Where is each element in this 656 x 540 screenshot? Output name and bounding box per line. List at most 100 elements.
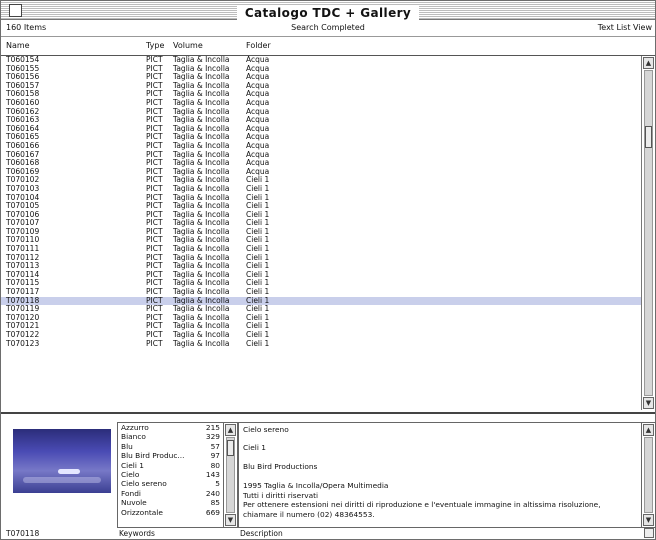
scroll-thumb[interactable]	[227, 440, 234, 456]
keyword-item[interactable]: Bianco 329	[118, 432, 223, 441]
keyword-count: 57	[210, 441, 220, 451]
airplane-shape	[58, 469, 80, 474]
list-row[interactable]: T060160 PICT Taglia & Incolla Acqua	[1, 98, 641, 108]
keyword-name: Orizzontale	[121, 507, 163, 517]
results-list[interactable]: T060154 PICT Taglia & Incolla Acqua T060155 P…	[1, 56, 641, 410]
list-row[interactable]: T070121 PICT Taglia & Incolla Cieli 1	[1, 322, 641, 331]
list-row[interactable]: T070103 PICT Taglia & Incolla Cieli 1	[1, 184, 641, 194]
grow-box-icon[interactable]	[644, 528, 654, 538]
scroll-down-arrow-icon[interactable]: ▼	[643, 514, 654, 526]
list-row[interactable]: T060167 PICT Taglia & Incolla Acqua	[1, 150, 641, 160]
keyword-name: Bianco	[121, 432, 146, 442]
catalog-window: Catalogo TDC + Gallery 160 Items Search …	[0, 0, 656, 540]
list-row[interactable]: T060166 PICT Taglia & Incolla Acqua	[1, 141, 641, 151]
list-row[interactable]: T070102 PICT Taglia & Incolla Cieli 1	[1, 176, 641, 185]
list-row[interactable]: T060156 PICT Taglia & Incolla Acqua	[1, 73, 641, 82]
list-row[interactable]: T060157 PICT Taglia & Incolla Acqua	[1, 81, 641, 91]
cell-folder: Cieli 1	[246, 338, 270, 348]
keyword-count: 215	[205, 423, 220, 432]
list-row[interactable]: T070110 PICT Taglia & Incolla Cieli 1	[1, 236, 641, 245]
view-mode-label[interactable]: Text List View	[598, 20, 652, 36]
column-header-folder[interactable]: Folder	[246, 37, 271, 55]
description-line: chiamare il numero (02) 48364553.	[243, 510, 375, 519]
keyword-list[interactable]: Azzurro 215 Bianco 329 Blu 57 Blu Bird Produc.…	[117, 422, 224, 528]
keyword-count: 669	[205, 507, 220, 517]
window-title: Catalogo TDC + Gallery	[236, 5, 420, 21]
column-header-volume[interactable]: Volume	[173, 37, 203, 55]
list-row[interactable]: T070114 PICT Taglia & Incolla Cieli 1	[1, 270, 641, 280]
list-row[interactable]: T060164 PICT Taglia & Incolla Acqua	[1, 124, 641, 134]
keyword-name: Cieli 1	[121, 460, 144, 470]
description-line: Cieli 1	[243, 443, 266, 452]
list-row[interactable]: T060162 PICT Taglia & Incolla Acqua	[1, 107, 641, 117]
column-header-name[interactable]: Name	[6, 37, 30, 55]
scroll-track[interactable]	[644, 70, 653, 396]
list-row[interactable]: T060163 PICT Taglia & Incolla Acqua	[1, 116, 641, 125]
keyword-name: Cielo	[121, 469, 140, 479]
keyword-count: 240	[205, 488, 220, 498]
scroll-down-arrow-icon[interactable]: ▼	[225, 514, 236, 526]
list-row[interactable]: T070122 PICT Taglia & Incolla Cieli 1	[1, 330, 641, 340]
list-row[interactable]: T070117 PICT Taglia & Incolla Cieli 1	[1, 287, 641, 297]
cloud-shape	[23, 477, 101, 483]
list-row[interactable]: T070120 PICT Taglia & Incolla Cieli 1	[1, 313, 641, 323]
list-row[interactable]: T060168 PICT Taglia & Incolla Acqua	[1, 159, 641, 168]
list-row[interactable]: T070118 PICT Taglia & Incolla Cieli 1	[1, 296, 641, 306]
keyword-name: Azzurro	[121, 423, 149, 432]
cell-name: T070123	[6, 338, 40, 348]
description-box[interactable]: Cielo sereno Cieli 1 Blu Bird Production…	[238, 422, 642, 528]
keyword-item[interactable]: Orizzontale 669	[118, 508, 223, 517]
scroll-up-arrow-icon[interactable]: ▲	[643, 57, 654, 69]
scroll-up-arrow-icon[interactable]: ▲	[225, 424, 236, 436]
list-row[interactable]: T070111 PICT Taglia & Incolla Cieli 1	[1, 244, 641, 254]
list-row[interactable]: T070115 PICT Taglia & Incolla Cieli 1	[1, 279, 641, 288]
description-label: Description	[240, 529, 283, 538]
column-header-type[interactable]: Type	[146, 37, 164, 55]
keyword-item[interactable]: Cieli 1 80	[118, 461, 223, 470]
list-row[interactable]: T070119 PICT Taglia & Incolla Cieli 1	[1, 305, 641, 314]
keyword-count: 329	[205, 432, 220, 442]
list-row[interactable]: T070104 PICT Taglia & Incolla Cieli 1	[1, 193, 641, 203]
scroll-up-arrow-icon[interactable]: ▲	[643, 424, 654, 436]
list-row[interactable]: T070106 PICT Taglia & Incolla Cieli 1	[1, 210, 641, 220]
keyword-item[interactable]: Fondi 240	[118, 489, 223, 498]
keyword-item[interactable]: Cielo sereno 5	[118, 479, 223, 488]
scroll-thumb[interactable]	[645, 126, 652, 148]
list-row[interactable]: T060165 PICT Taglia & Incolla Acqua	[1, 133, 641, 142]
keyword-count: 143	[205, 469, 220, 479]
title-bar[interactable]: Catalogo TDC + Gallery	[1, 1, 655, 21]
list-row[interactable]: T060155 PICT Taglia & Incolla Acqua	[1, 64, 641, 74]
list-row[interactable]: T070107 PICT Taglia & Incolla Cieli 1	[1, 219, 641, 228]
list-row[interactable]: T060169 PICT Taglia & Incolla Acqua	[1, 167, 641, 177]
keyword-item[interactable]: Blu Bird Produc... 97	[118, 451, 223, 460]
description-line: Blu Bird Productions	[243, 462, 318, 471]
list-row[interactable]: T070123 PICT Taglia & Incolla Cieli 1	[1, 338, 641, 349]
scroll-down-arrow-icon[interactable]: ▼	[643, 397, 654, 409]
column-header: Name Type Volume Folder	[1, 37, 655, 56]
title-container: Catalogo TDC + Gallery	[1, 2, 655, 21]
list-scrollbar[interactable]: ▲ ▼	[641, 56, 655, 410]
keyword-name: Blu	[121, 441, 133, 451]
list-row[interactable]: T070112 PICT Taglia & Incolla Cieli 1	[1, 253, 641, 263]
cell-volume: Taglia & Incolla	[173, 338, 230, 348]
keyword-item[interactable]: Nuvole 85	[118, 498, 223, 507]
list-row[interactable]: T060154 PICT Taglia & Incolla Acqua	[1, 56, 641, 65]
keyword-scrollbar[interactable]: ▲ ▼	[223, 422, 238, 528]
keyword-item[interactable]: Azzurro 215	[118, 423, 223, 432]
keyword-count: 5	[215, 479, 220, 489]
scroll-track[interactable]	[644, 437, 653, 513]
description-scrollbar[interactable]: ▲ ▼	[641, 422, 656, 528]
keyword-name: Blu Bird Produc...	[121, 451, 185, 461]
list-row[interactable]: T070105 PICT Taglia & Incolla Cieli 1	[1, 201, 641, 211]
list-row[interactable]: T070113 PICT Taglia & Incolla Cieli 1	[1, 262, 641, 271]
keyword-count: 85	[210, 498, 220, 508]
keyword-item[interactable]: Blu 57	[118, 442, 223, 451]
description-line: Tutti i diritti riservati	[243, 491, 319, 500]
scroll-track[interactable]	[226, 437, 235, 513]
image-thumbnail[interactable]	[13, 429, 111, 493]
list-row[interactable]: T070109 PICT Taglia & Incolla Cieli 1	[1, 227, 641, 237]
description-line: 1995 Taglia & Incolla/Opera Multimedia	[243, 481, 389, 490]
keyword-item[interactable]: Cielo 143	[118, 470, 223, 479]
keyword-name: Fondi	[121, 488, 141, 498]
list-row[interactable]: T060158 PICT Taglia & Incolla Acqua	[1, 90, 641, 99]
